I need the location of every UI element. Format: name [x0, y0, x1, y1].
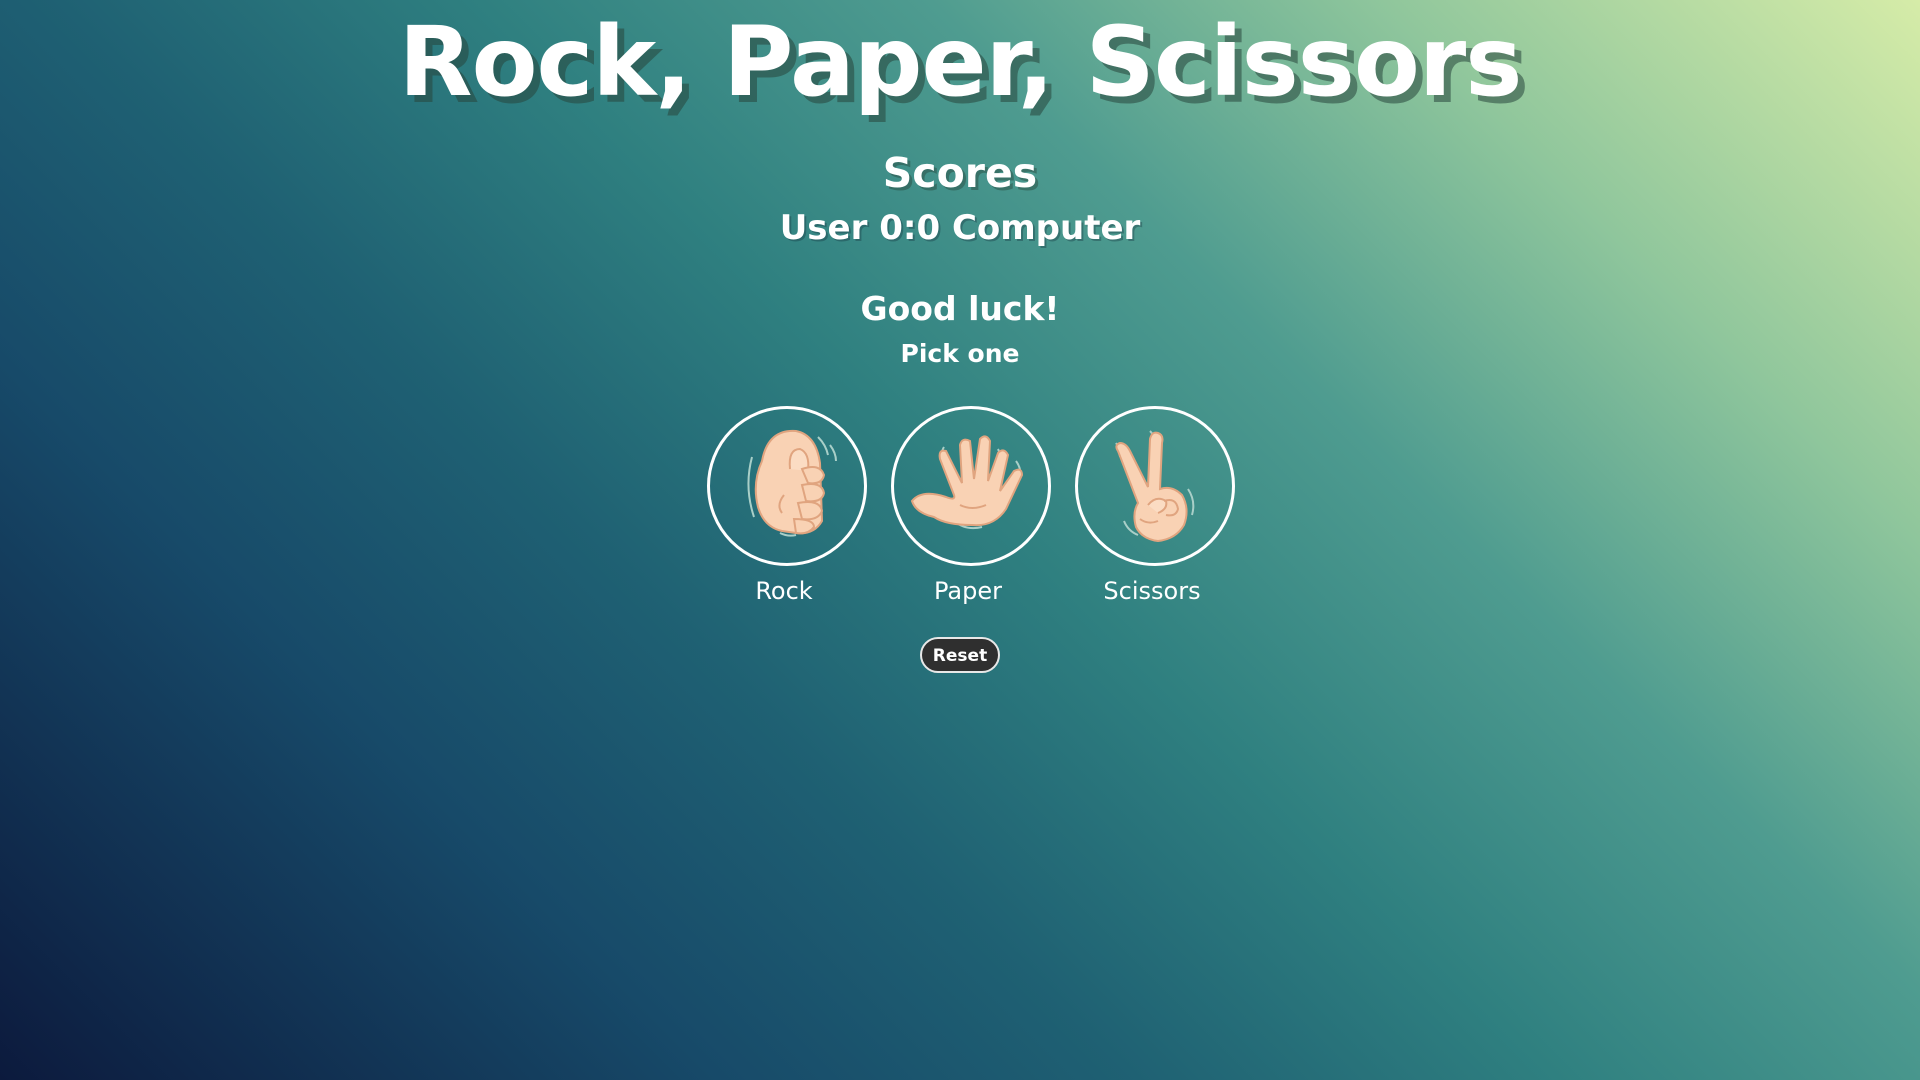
paper-choice-circle[interactable] — [891, 406, 1051, 566]
rock-choice[interactable]: Rock — [696, 406, 876, 606]
scissors-choice-circle[interactable] — [1075, 406, 1235, 566]
scores-heading: Scores — [882, 149, 1038, 197]
status-message: Good luck! — [860, 289, 1060, 328]
paper-label: Paper — [934, 577, 1002, 605]
fist-hand-icon — [747, 429, 837, 537]
paper-choice[interactable]: Paper — [880, 406, 1060, 606]
score-line: User 0:0 Computer — [779, 208, 1141, 248]
choices-row: Rock Paper Scissors — [696, 406, 1235, 606]
game-page: Rock, Paper, Scissors Scores User 0:0 Co… — [0, 0, 1920, 1080]
pick-prompt: Pick one — [900, 339, 1020, 368]
peace-hand-icon — [1115, 430, 1195, 543]
scissors-label: Scissors — [1103, 577, 1201, 605]
scissors-choice[interactable]: Scissors — [1064, 406, 1244, 606]
rock-label: Rock — [755, 577, 813, 605]
reset-button[interactable]: Reset — [920, 637, 1000, 673]
page-title: Rock, Paper, Scissors — [398, 6, 1523, 118]
open-hand-icon — [910, 435, 1024, 530]
rock-choice-circle[interactable] — [707, 406, 867, 566]
